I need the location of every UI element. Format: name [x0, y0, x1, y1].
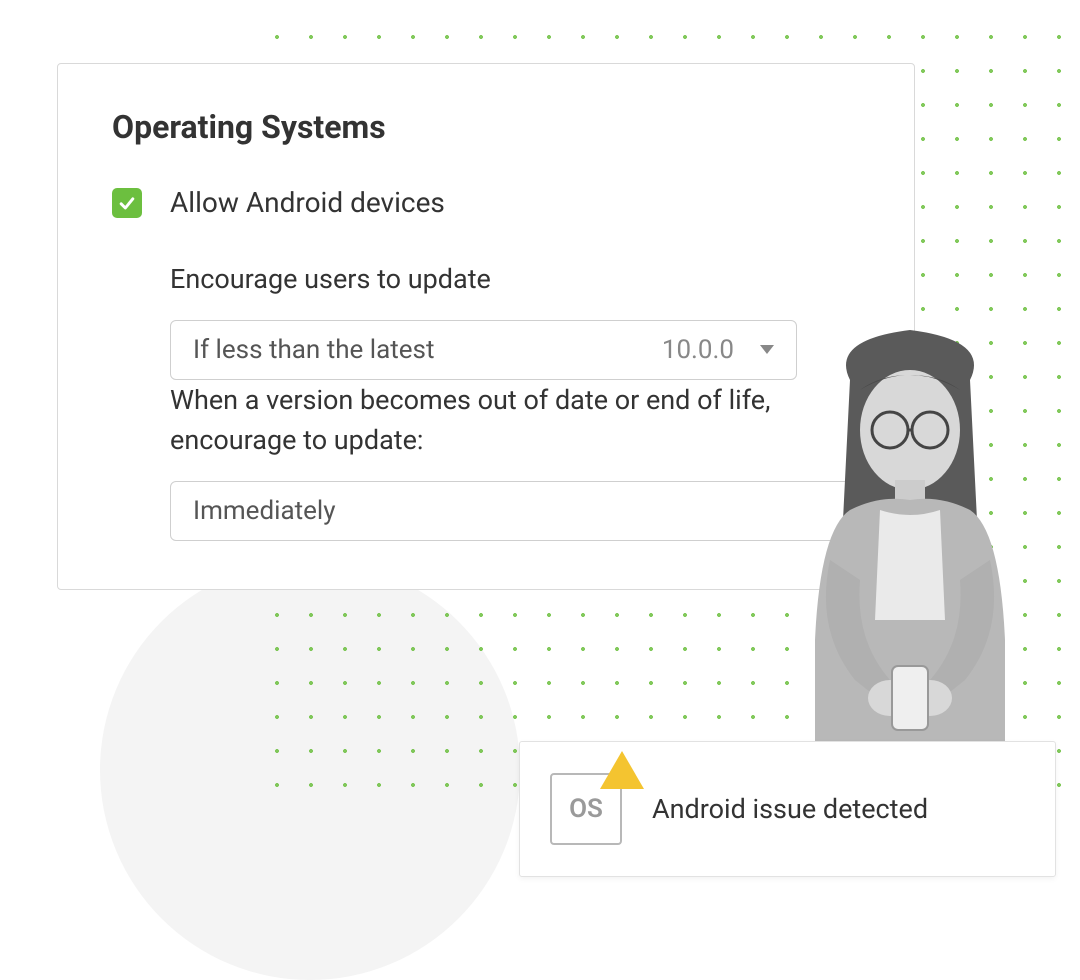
android-sub-settings: Encourage users to update If less than t… [170, 259, 860, 541]
encourage-update-version-group: 10.0.0 [662, 335, 774, 365]
allow-android-label: Allow Android devices [170, 186, 445, 219]
os-badge-text: OS [569, 794, 603, 824]
out-of-date-label: When a version becomes out of date or en… [170, 380, 860, 461]
out-of-date-select[interactable]: Immediately [170, 481, 860, 541]
encourage-update-label: Encourage users to update [170, 259, 860, 300]
checkmark-icon [117, 193, 137, 213]
allow-android-row: Allow Android devices [112, 186, 860, 219]
alert-message: Android issue detected [652, 793, 928, 825]
encourage-update-select[interactable]: If less than the latest 10.0.0 [170, 320, 797, 380]
encourage-update-version: 10.0.0 [662, 335, 734, 365]
out-of-date-value: Immediately [193, 496, 336, 526]
warning-icon [600, 751, 644, 789]
allow-android-checkbox[interactable] [112, 188, 142, 218]
issue-alert-card: OS Android issue detected [519, 741, 1056, 877]
encourage-update-condition: If less than the latest [193, 335, 434, 365]
person-illustration [760, 320, 1060, 770]
card-title: Operating Systems [112, 108, 860, 146]
os-badge: OS [550, 773, 622, 845]
